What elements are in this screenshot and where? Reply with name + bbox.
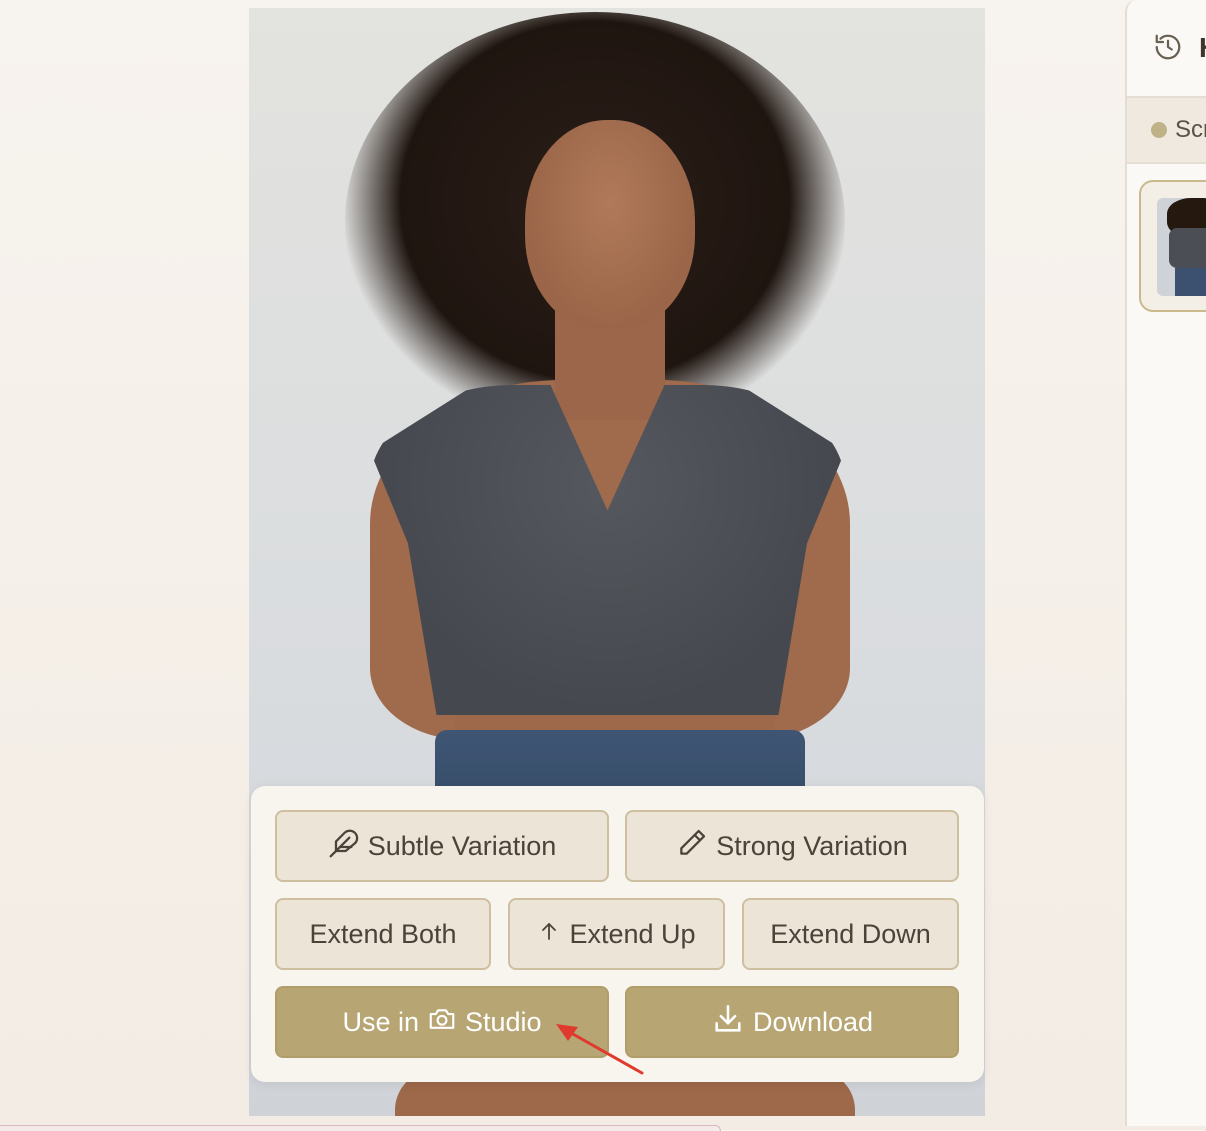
arrow-up-icon (537, 919, 561, 950)
bottom-tab-edge (0, 1125, 721, 1131)
feather-icon (328, 827, 360, 866)
thumb-jeans (1175, 268, 1206, 296)
subtle-variation-label: Subtle Variation (367, 830, 557, 861)
status-dot (1151, 122, 1167, 138)
studio-label: Studio (464, 1006, 542, 1037)
history-item[interactable] (1139, 180, 1206, 312)
download-button[interactable]: Download (625, 986, 959, 1058)
annotation-arrow (556, 1024, 644, 1075)
thumb-shirt (1169, 228, 1206, 268)
history-thumbnail (1157, 198, 1206, 296)
extend-up-button[interactable]: Extend Up (508, 898, 725, 970)
strong-variation-button[interactable]: Strong Variation (625, 810, 959, 882)
extend-down-button[interactable]: Extend Down (742, 898, 959, 970)
strong-variation-label: Strong Variation (716, 830, 908, 861)
history-tab-bar[interactable]: Scr (1127, 98, 1206, 164)
extend-down-label: Extend Down (770, 918, 931, 949)
extend-both-button[interactable]: Extend Both (275, 898, 491, 970)
use-in-label: Use in (342, 1006, 419, 1037)
extend-up-label: Extend Up (569, 918, 696, 949)
history-title: H (1199, 32, 1206, 64)
history-sidebar: H Scr (1125, 0, 1206, 1126)
extend-both-label: Extend Both (309, 918, 457, 949)
download-icon (711, 1002, 745, 1043)
camera-icon (427, 1004, 457, 1041)
history-tab-label: Scr (1175, 116, 1206, 143)
history-header: H (1127, 0, 1206, 98)
subtle-variation-button[interactable]: Subtle Variation (275, 810, 609, 882)
image-face (525, 120, 695, 330)
download-label: Download (752, 1006, 874, 1037)
pencil-icon (676, 827, 708, 866)
history-icon (1153, 32, 1183, 67)
